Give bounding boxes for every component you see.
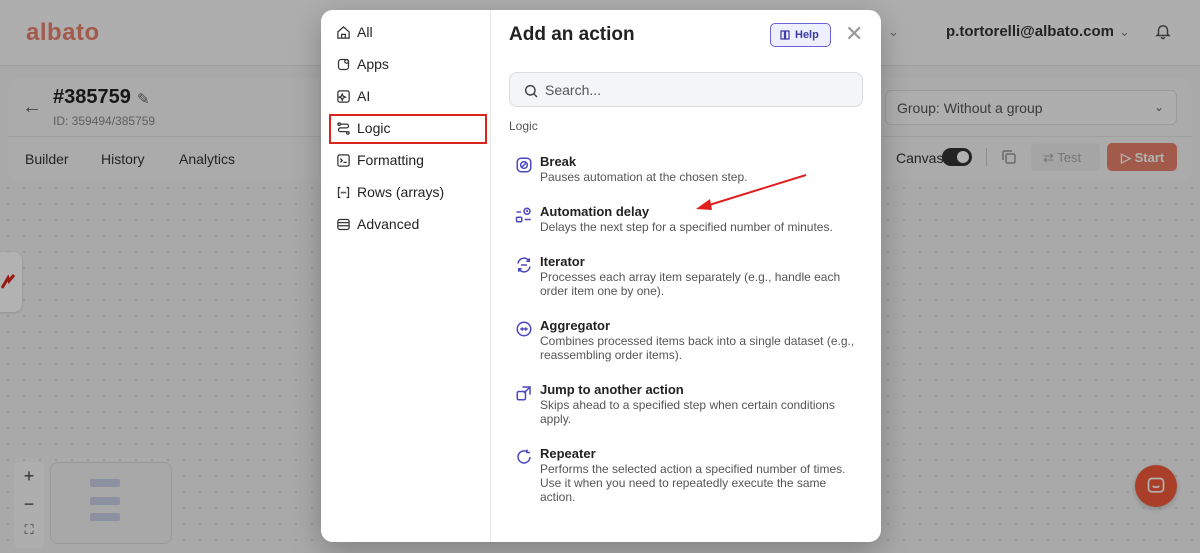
book-icon	[780, 30, 790, 40]
action-name: Aggregator	[540, 318, 611, 333]
action-name: Break	[540, 154, 577, 169]
action-description: Performs the selected action a specified…	[540, 462, 846, 504]
delay-icon	[515, 207, 531, 223]
action-name: Iterator	[540, 254, 585, 269]
formatting-icon	[337, 153, 350, 167]
red-arrow-annotation	[696, 174, 807, 210]
section-label: Logic	[509, 119, 538, 133]
repeater-icon	[517, 449, 531, 464]
action-description: Processes each array item separately (e.…	[540, 270, 841, 298]
search-box	[509, 72, 863, 107]
category-all[interactable]: All	[336, 21, 373, 43]
action-name: Repeater	[540, 446, 596, 461]
action-description: Skips ahead to a specified step when cer…	[540, 398, 835, 426]
logic-highlight-annotation	[329, 114, 487, 144]
modal-title: Add an action	[509, 24, 635, 45]
action-description: Combines processed items back into a sin…	[540, 334, 855, 362]
category-formatting[interactable]: Formatting	[336, 149, 424, 171]
apps-icon	[337, 58, 350, 70]
category-sidebar: All Apps AI Logic Formatting Rows (array…	[321, 10, 491, 542]
category-ai[interactable]: AI	[336, 85, 370, 107]
category-apps[interactable]: Apps	[336, 53, 389, 75]
action-description: Delays the next step for a specified num…	[540, 220, 833, 234]
ai-sparkle-icon	[337, 89, 350, 103]
action-name: Automation delay	[540, 204, 650, 219]
add-action-modal: All Apps AI Logic Formatting Rows (array…	[321, 10, 881, 542]
jump-icon	[516, 386, 531, 401]
aggregator-icon	[516, 321, 532, 337]
action-name: Jump to another action	[540, 382, 684, 397]
category-rows-arrays[interactable]: Rows (arrays)	[336, 181, 444, 203]
help-button[interactable]: Help	[770, 23, 831, 47]
array-brackets-icon	[337, 186, 350, 198]
close-icon[interactable]: ✕	[845, 23, 863, 45]
iterator-icon	[517, 257, 531, 273]
advanced-icon	[337, 218, 350, 230]
home-icon	[337, 25, 350, 39]
search-input[interactable]	[545, 81, 845, 99]
search-icon	[524, 84, 538, 98]
category-advanced[interactable]: Advanced	[336, 213, 419, 235]
break-icon	[516, 157, 532, 173]
